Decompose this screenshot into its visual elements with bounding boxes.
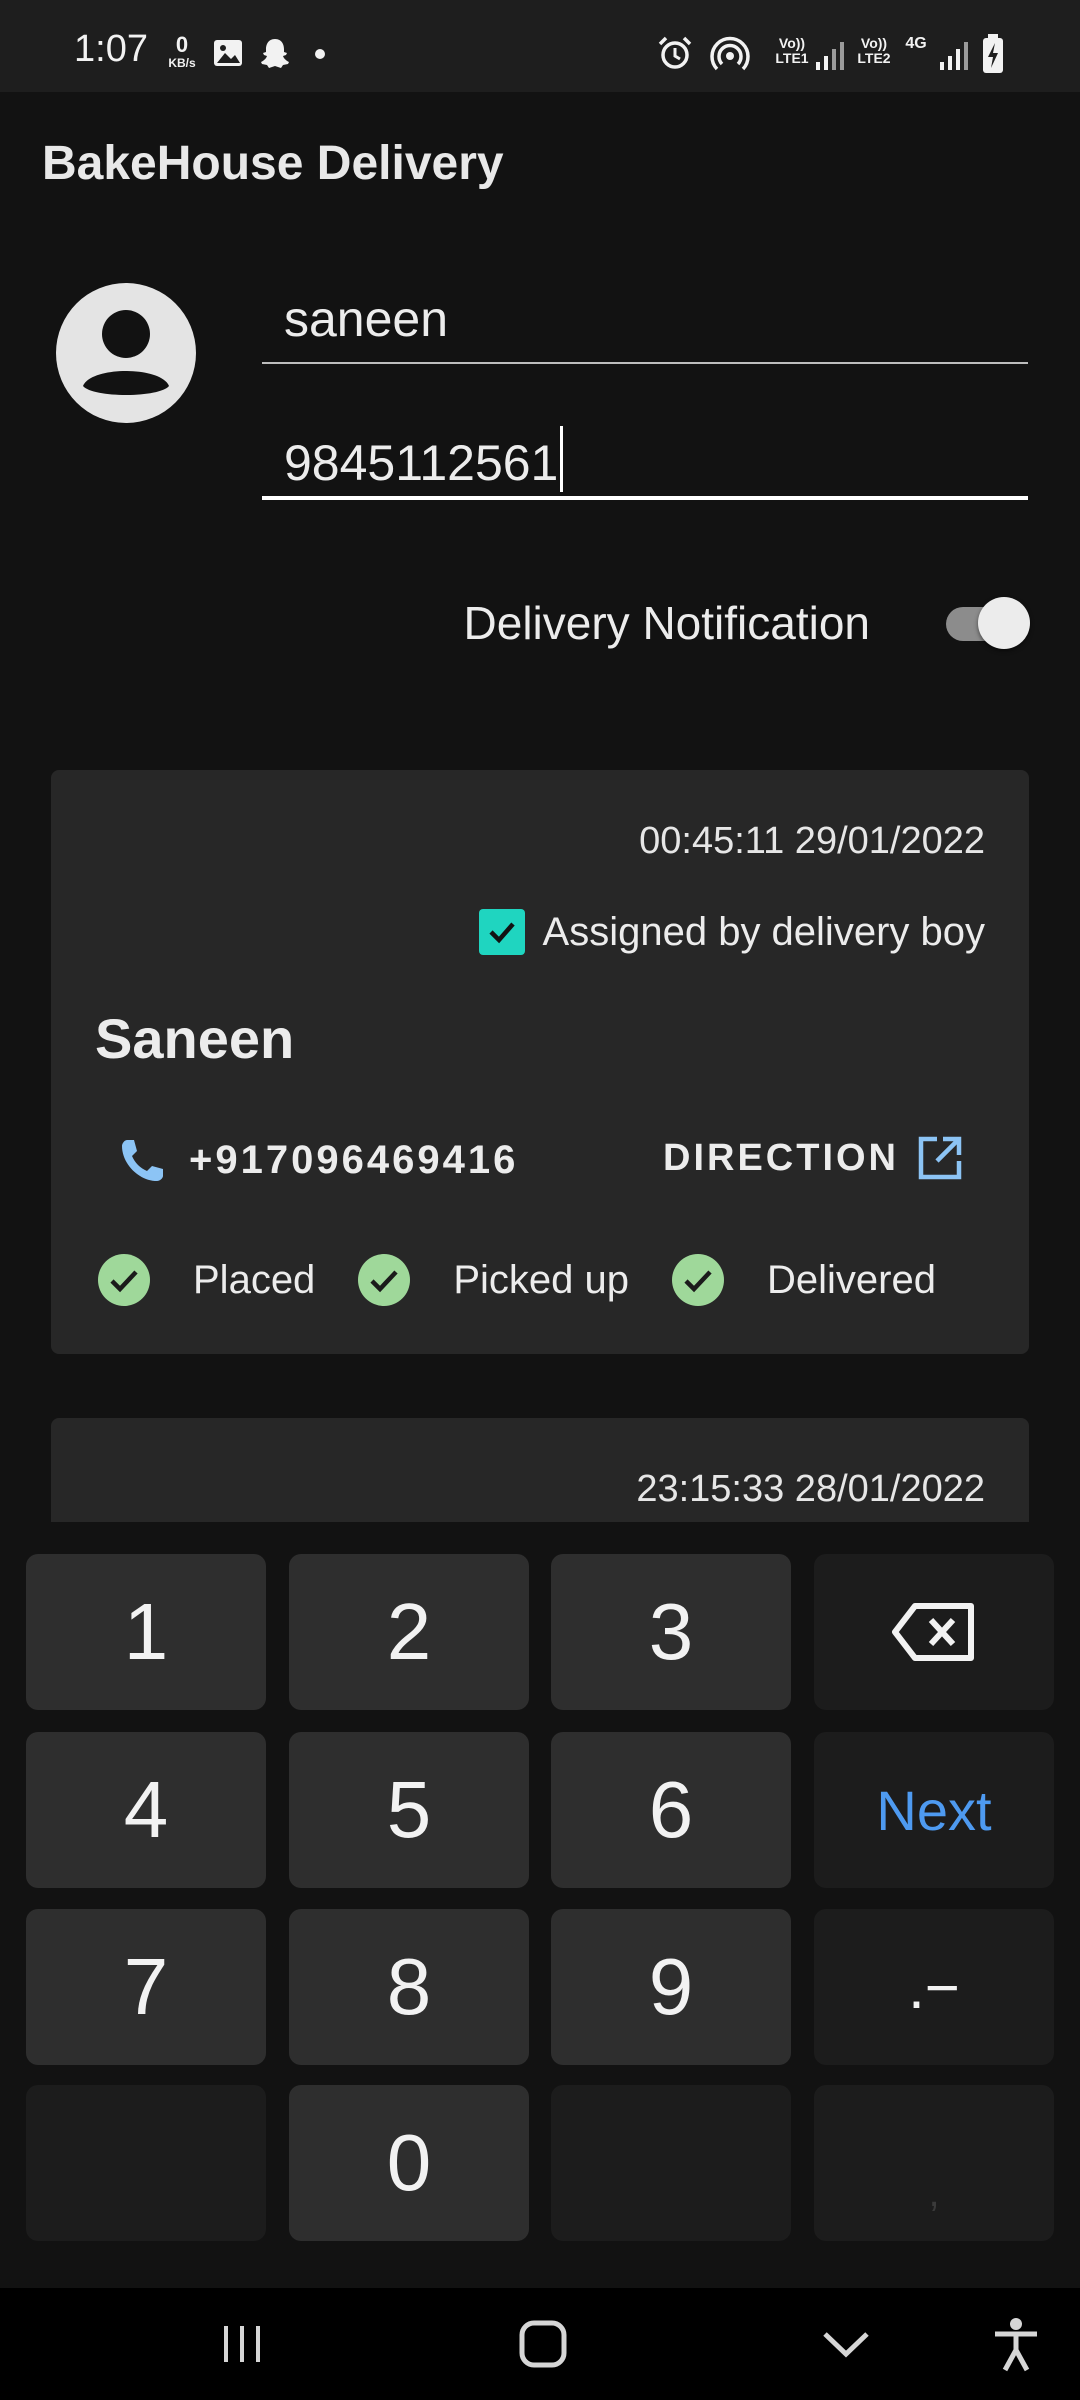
key-7[interactable]: 7 [26,1909,266,2065]
phone-field[interactable]: 9845112561 [262,414,1028,500]
key-5[interactable]: 5 [289,1732,529,1888]
navigation-bar [0,2288,1080,2400]
snapchat-icon [261,39,289,68]
name-field[interactable]: saneen [262,280,1028,364]
numeric-keyboard: 1 2 3 4 5 6 Next 7 8 9 .− 0 , [0,1522,1080,2288]
step-delivered: Delivered [671,1253,936,1307]
signal-icon [940,42,968,70]
home-icon [519,2320,567,2368]
app-title: BakeHouse Delivery [42,137,504,190]
key-8[interactable]: 8 [289,1909,529,2065]
check-circle-icon [358,1254,411,1306]
accessibility-icon [995,2318,1037,2372]
delivery-notification-label: Delivery Notification [463,597,870,649]
step-label: Picked up [453,1257,629,1302]
order-timestamp: 23:15:33 28/01/2022 [636,1468,985,1510]
key-2[interactable]: 2 [289,1554,529,1710]
net-speed: 0 KB/s [162,32,202,70]
home-button[interactable] [513,2314,573,2374]
customer-phone: +917096469416 [189,1137,519,1182]
key-6[interactable]: 6 [551,1732,791,1888]
key-4[interactable]: 4 [26,1732,266,1888]
key-1[interactable]: 1 [26,1554,266,1710]
recents-icon [224,2326,260,2362]
alarm-icon [658,36,692,69]
phone-icon [122,1140,163,1181]
comma-key[interactable]: , [814,2085,1054,2241]
accessibility-button[interactable] [986,2314,1046,2374]
check-icon [488,922,515,944]
dot-icon [315,49,325,59]
empty-key [551,2085,791,2241]
key-3[interactable]: 3 [551,1554,791,1710]
customer-name: Saneen [95,1007,295,1070]
image-icon [214,40,242,66]
direction-button[interactable]: DIRECTION [663,1128,965,1188]
step-placed: Placed [97,1253,315,1307]
step-label: Placed [193,1257,316,1302]
recent-apps-button[interactable] [212,2314,272,2374]
hotspot-icon [710,36,750,71]
order-status-steps: Placed Picked up Delivered [97,1250,978,1310]
delivery-notification-toggle[interactable] [946,597,1030,649]
status-bar: 1:07 0 KB/s Vo)) LTE1 Vo)) LTE2 4G [0,0,1080,92]
avatar-icon[interactable] [55,282,197,424]
check-circle-icon [671,1254,724,1306]
backspace-key[interactable] [814,1554,1054,1710]
next-key[interactable]: Next [814,1732,1054,1888]
step-picked-up: Picked up [357,1253,629,1307]
sim1-label: Vo)) LTE1 [775,35,809,66]
key-9[interactable]: 9 [551,1909,791,2065]
check-circle-icon [98,1254,150,1306]
open-external-icon [918,1136,962,1180]
symbols-key[interactable]: .− [814,1909,1054,2065]
assigned-checkbox[interactable] [478,909,525,955]
order-timestamp: 00:45:11 29/01/2022 [639,820,985,862]
net-speed-value: 0 [175,32,189,57]
step-label: Delivered [766,1257,936,1302]
toggle-thumb [978,597,1030,649]
status-time: 1:07 [74,28,148,70]
phone-value-wrap: 9845112561 [284,426,564,492]
chevron-down-icon [823,2332,869,2358]
battery-charging-icon [983,34,1003,73]
net-speed-unit: KB/s [168,56,196,70]
text-caret [560,426,564,492]
assigned-label: Assigned by delivery boy [542,909,985,954]
key-0[interactable]: 0 [289,2085,529,2241]
name-value: saneen [284,291,449,347]
call-customer-button[interactable]: +917096469416 [117,1130,518,1190]
phone-value: 9845112561 [284,435,559,491]
back-button[interactable] [816,2314,876,2374]
network-type: 4G [905,35,927,52]
direction-label: DIRECTION [663,1136,899,1179]
sim2-label: Vo)) LTE2 [857,35,891,66]
signal-icon [816,42,844,70]
backspace-icon [892,1603,974,1661]
assigned-row[interactable]: Assigned by delivery boy [478,906,985,958]
empty-key [26,2085,266,2241]
order-card[interactable]: 00:45:11 29/01/2022 Assigned by delivery… [51,770,1029,1354]
